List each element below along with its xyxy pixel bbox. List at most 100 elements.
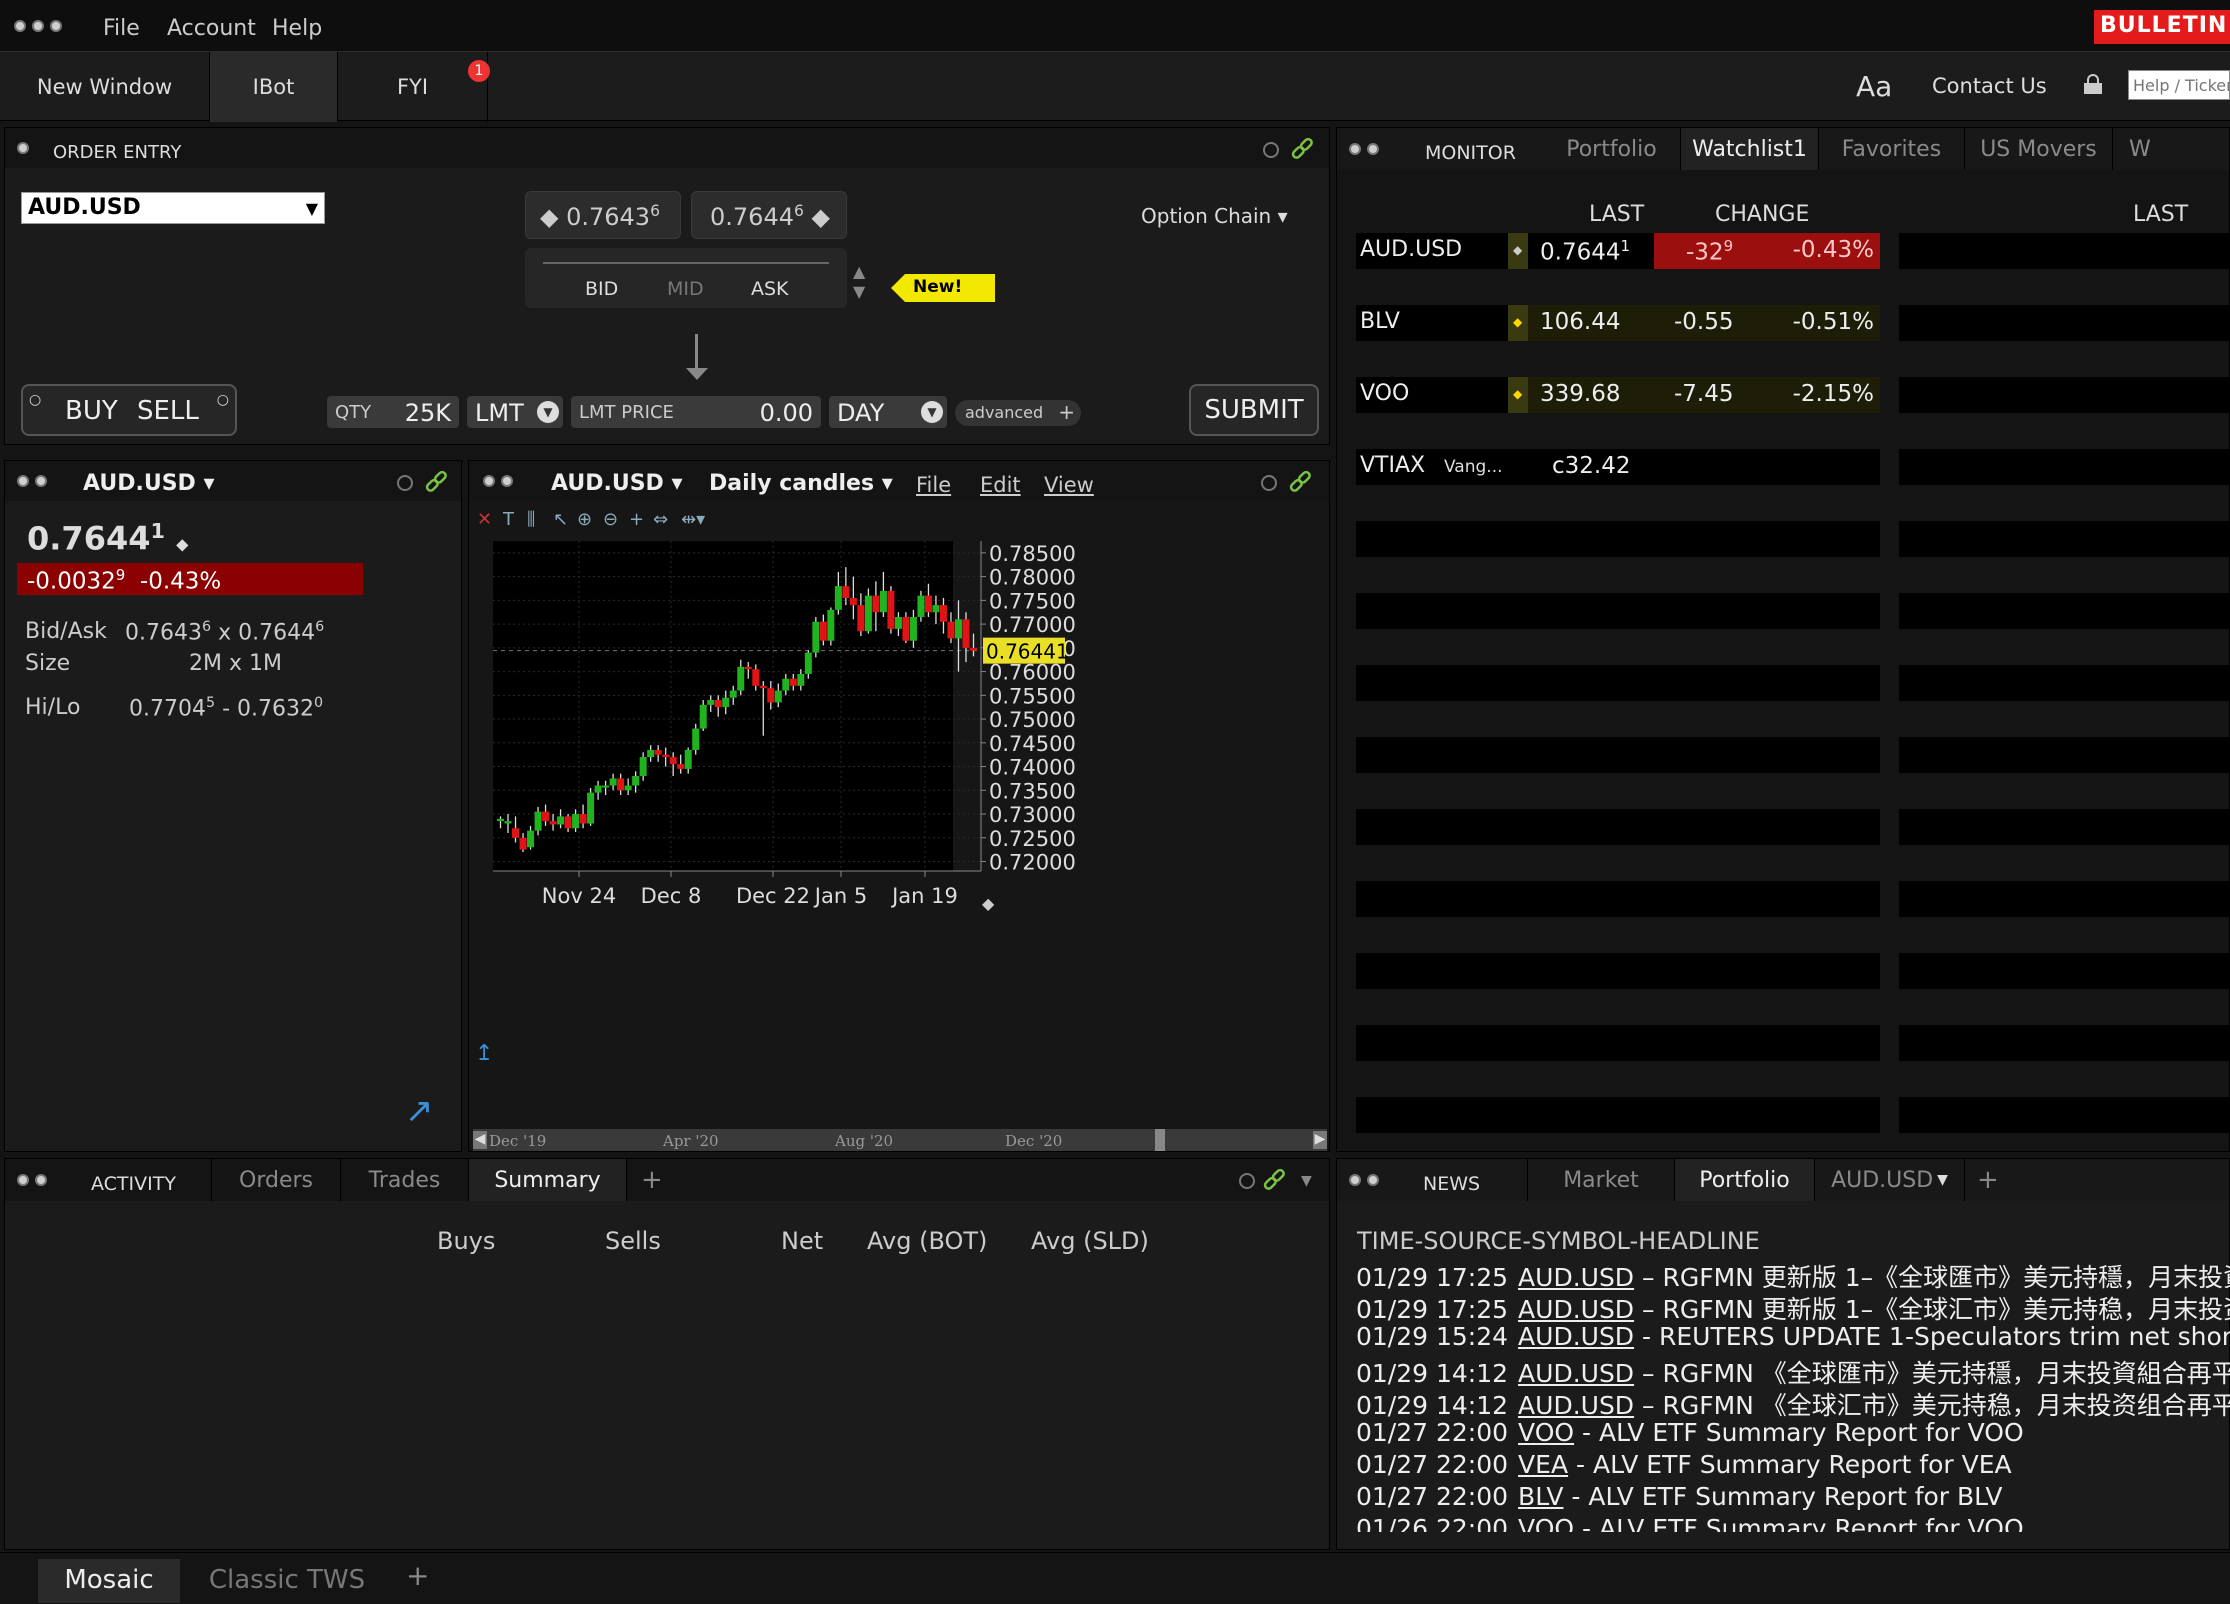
quote-symbol[interactable]: AUD.USD ▾ bbox=[83, 471, 215, 496]
watchlist-row[interactable]: VTIAX Vang... c32.42 bbox=[1356, 449, 1880, 485]
watchlist-row[interactable]: AUD.USD ◆ 0.76441 -329 -0.43% bbox=[1356, 233, 1880, 269]
ask-price-button[interactable]: 0.76446 ◆ bbox=[691, 191, 847, 239]
new-badge[interactable]: New! bbox=[891, 274, 995, 302]
watchlist-row-right[interactable] bbox=[1899, 449, 2230, 485]
buy-sell-toggle[interactable]: ○ BUY SELL ○ bbox=[21, 384, 237, 436]
tab-news-audusd[interactable]: AUD.USD ▼ bbox=[1815, 1159, 1965, 1201]
watchlist-row-right[interactable] bbox=[1899, 737, 2230, 773]
settings-icon[interactable] bbox=[397, 475, 413, 491]
bulletin-button[interactable]: BULLETIN bbox=[2094, 10, 2230, 44]
news-symbol-link[interactable]: VOO bbox=[1518, 1418, 1574, 1447]
symbol-selector[interactable]: AUD.USD ▼ bbox=[21, 192, 325, 224]
settings-icon[interactable] bbox=[1263, 142, 1279, 158]
news-symbol-link[interactable]: BLV bbox=[1518, 1482, 1563, 1511]
order-type-select[interactable]: LMT ▼ bbox=[467, 396, 563, 428]
crosshair-icon[interactable]: + bbox=[629, 509, 644, 530]
panel-menu-dots[interactable] bbox=[1349, 143, 1379, 155]
zoom-in-icon[interactable]: ⊕ bbox=[577, 509, 592, 530]
menu-account[interactable]: Account bbox=[167, 16, 256, 41]
bar-type-icon[interactable]: ⫼ bbox=[527, 509, 535, 530]
submit-button[interactable]: SUBMIT bbox=[1189, 384, 1319, 436]
tab-summary[interactable]: Summary bbox=[469, 1159, 627, 1201]
qty-field[interactable]: QTY 25K bbox=[327, 396, 459, 428]
lock-icon[interactable] bbox=[2084, 74, 2102, 94]
link-icon[interactable] bbox=[1261, 1167, 1287, 1193]
option-chain-link[interactable]: Option Chain ▾ bbox=[1141, 204, 1288, 228]
more-tools-icon[interactable]: ⇹▾ bbox=[681, 509, 705, 530]
watchlist-row[interactable] bbox=[1356, 593, 1880, 629]
watchlist-row-right[interactable] bbox=[1899, 809, 2230, 845]
new-window-button[interactable]: New Window bbox=[0, 52, 210, 122]
watchlist-row[interactable]: VOO ◆ 339.68 -7.45 -2.15% bbox=[1356, 377, 1880, 413]
tab-us-movers[interactable]: US Movers bbox=[1965, 128, 2113, 170]
tab-mosaic[interactable]: Mosaic bbox=[38, 1559, 180, 1603]
settings-icon[interactable] bbox=[1261, 475, 1277, 491]
time-in-force-select[interactable]: DAY ▼ bbox=[829, 396, 947, 428]
stepper-icon[interactable]: ▲ ▼ bbox=[853, 262, 865, 302]
news-item[interactable]: 01/26 22:00 VOO - ALV ETF Summary Report … bbox=[1356, 1514, 2024, 1532]
close-icon[interactable]: ✕ bbox=[477, 509, 492, 530]
news-symbol-link[interactable]: AUD.USD bbox=[1518, 1295, 1634, 1324]
chart-menu-file[interactable]: File bbox=[916, 473, 951, 497]
news-item[interactable]: 01/27 22:00 VEA - ALV ETF Summary Report … bbox=[1356, 1450, 2012, 1479]
candlestick-chart[interactable]: 0.785000.780000.775000.770000.765000.760… bbox=[469, 533, 1331, 941]
tab-more[interactable]: W bbox=[2113, 128, 2230, 170]
watchlist-row[interactable] bbox=[1356, 1025, 1880, 1061]
link-icon[interactable] bbox=[423, 469, 449, 495]
settings-icon[interactable] bbox=[1239, 1173, 1255, 1189]
watchlist-row[interactable]: BLV ◆ 106.44 -0.55 -0.51% bbox=[1356, 305, 1880, 341]
tab-market[interactable]: Market bbox=[1527, 1159, 1675, 1201]
news-item[interactable]: 01/29 17:25 AUD.USD – RGFMN 更新版 1–《全球汇市》美… bbox=[1356, 1290, 2230, 1326]
chart-menu-view[interactable]: View bbox=[1044, 473, 1094, 497]
fyi-button[interactable]: FYI bbox=[338, 52, 488, 122]
menu-file[interactable]: File bbox=[103, 16, 140, 41]
tab-trades[interactable]: Trades bbox=[341, 1159, 469, 1201]
tab-orders[interactable]: Orders bbox=[211, 1159, 341, 1201]
chart-period[interactable]: Daily candles ▾ bbox=[709, 471, 893, 496]
tab-watchlist1[interactable]: Watchlist1 bbox=[1681, 128, 1819, 170]
watchlist-row-right[interactable] bbox=[1899, 1097, 2230, 1133]
news-symbol-link[interactable]: VEA bbox=[1518, 1450, 1568, 1479]
watchlist-row[interactable] bbox=[1356, 665, 1880, 701]
watchlist-row-right[interactable] bbox=[1899, 953, 2230, 989]
tab-classic-tws[interactable]: Classic TWS bbox=[192, 1559, 382, 1603]
sell-button[interactable]: SELL bbox=[137, 396, 199, 426]
chevron-down-icon[interactable]: ▼ bbox=[1301, 1173, 1312, 1189]
window-controls[interactable] bbox=[14, 20, 62, 32]
watchlist-row-right[interactable] bbox=[1899, 593, 2230, 629]
chart-symbol[interactable]: AUD.USD ▾ bbox=[551, 471, 683, 496]
news-item[interactable]: 01/29 14:12 AUD.USD – RGFMN 《全球汇市》美元持稳，月末… bbox=[1356, 1386, 2230, 1422]
bid-price-button[interactable]: ◆ 0.76436 bbox=[525, 191, 681, 239]
watchlist-row-right[interactable] bbox=[1899, 521, 2230, 557]
add-tab-icon[interactable]: + bbox=[641, 1165, 663, 1195]
panel-menu-dots[interactable] bbox=[483, 475, 513, 487]
news-symbol-link[interactable]: VOO bbox=[1518, 1514, 1574, 1532]
cursor-icon[interactable]: ↖ bbox=[553, 509, 568, 530]
menu-help[interactable]: Help bbox=[272, 16, 322, 41]
advanced-toggle[interactable]: advanced + bbox=[955, 400, 1081, 426]
expand-arrow-icon[interactable]: ↗ bbox=[405, 1091, 434, 1131]
help-ticker-input[interactable] bbox=[2128, 70, 2230, 100]
buy-button[interactable]: BUY bbox=[65, 396, 118, 426]
news-symbol-link[interactable]: AUD.USD bbox=[1518, 1263, 1634, 1292]
scroll-right-icon[interactable]: ◆ bbox=[982, 894, 995, 913]
watchlist-row[interactable] bbox=[1356, 809, 1880, 845]
watchlist-row[interactable] bbox=[1356, 953, 1880, 989]
link-icon[interactable] bbox=[1287, 469, 1313, 495]
news-symbol-link[interactable]: AUD.USD bbox=[1518, 1391, 1634, 1420]
watchlist-row-right[interactable] bbox=[1899, 881, 2230, 917]
tab-portfolio[interactable]: Portfolio bbox=[1543, 128, 1681, 170]
news-symbol-link[interactable]: AUD.USD bbox=[1518, 1322, 1634, 1351]
add-tab-icon[interactable]: + bbox=[1977, 1165, 1999, 1195]
chart-menu-edit[interactable]: Edit bbox=[980, 473, 1021, 497]
watchlist-row-right[interactable] bbox=[1899, 1025, 2230, 1061]
text-tool-icon[interactable]: T bbox=[503, 509, 514, 530]
tab-favorites[interactable]: Favorites bbox=[1819, 128, 1965, 170]
price-slider[interactable]: BID MID ASK bbox=[525, 248, 847, 308]
nav-handle[interactable] bbox=[1155, 1129, 1165, 1151]
news-symbol-link[interactable]: AUD.USD bbox=[1518, 1359, 1634, 1388]
tab-news-portfolio[interactable]: Portfolio bbox=[1675, 1159, 1815, 1201]
news-item[interactable]: 01/29 15:24 AUD.USD - REUTERS UPDATE 1-Sp… bbox=[1356, 1322, 2230, 1351]
panel-menu-dots[interactable] bbox=[1349, 1174, 1379, 1186]
watchlist-row[interactable] bbox=[1356, 1097, 1880, 1133]
